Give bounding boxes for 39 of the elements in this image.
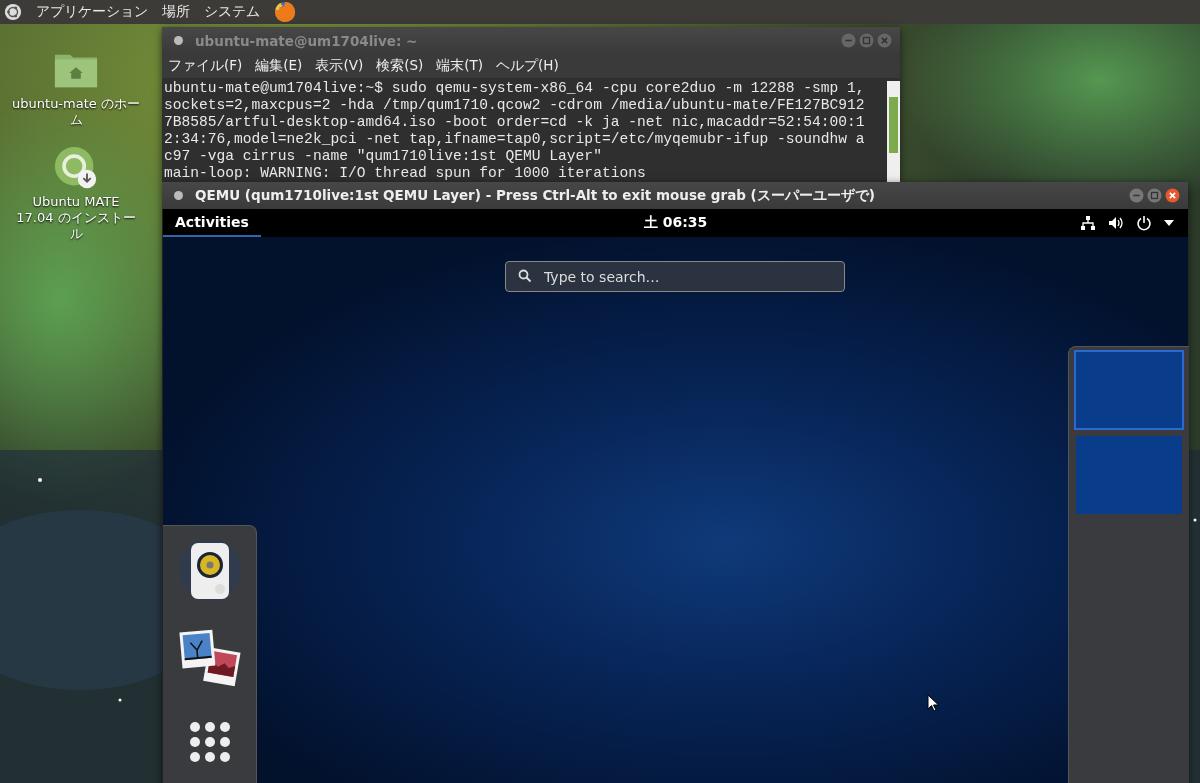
search-icon: [518, 269, 532, 283]
scrollbar[interactable]: [887, 81, 900, 182]
terminal-line: 7B8585/artful-desktop-amd64.iso -boot order=cd -k ja -net nic,macaddr=52:54:00:1: [164, 114, 866, 131]
menu-item[interactable]: 表示(V): [315, 57, 364, 75]
close-icon[interactable]: [1165, 188, 1180, 203]
window-title: ubuntu-mate@um1704live: ~: [195, 32, 419, 49]
clock[interactable]: 土 06:35: [643, 214, 708, 232]
dropdown-arrow-icon[interactable]: [1164, 220, 1174, 226]
browser-globe-icon[interactable]: [274, 1, 296, 23]
panel-menu[interactable]: 場所: [162, 3, 190, 21]
window-menu-icon[interactable]: [174, 191, 183, 200]
search-field[interactable]: Type to search…: [505, 261, 845, 292]
terminal-line: c97 -vga cirrus -name "qum1710live:1st QEMU Layer": [164, 148, 603, 165]
workspace-thumbnail[interactable]: [1076, 436, 1182, 514]
ubuntu-logo-icon[interactable]: [4, 3, 22, 21]
terminal-line: ubuntu-mate@um1704live:~$ sudo qemu-system-x86_64 -cpu core2duo -m 12288 -smp 1,: [164, 80, 866, 97]
terminal-line: 2:34:76,model=ne2k_pci -net tap,ifname=tap0,script=/etc/myqemubr-ifup -soundhw a: [164, 131, 866, 148]
speaker-icon[interactable]: [177, 540, 242, 604]
volume-icon[interactable]: [1108, 215, 1124, 231]
menu-item[interactable]: ヘルプ(H): [496, 57, 559, 75]
window-title: QEMU (qum1710live:1st QEMU Layer) - Press Ctrl-Alt to exit mouse grab (スーパーユーザで): [195, 186, 876, 205]
minimize-icon[interactable]: [1129, 188, 1144, 203]
terminal-line: sockets=2,maxcpus=2 -hda /tmp/qum1710.qcow2 -cdrom /media/ubuntu-mate/FE127BC912: [164, 97, 866, 114]
window-menu-icon[interactable]: [174, 36, 183, 45]
show-applications-icon[interactable]: [189, 722, 230, 762]
menu-item[interactable]: 編集(E): [255, 57, 303, 75]
menu-item[interactable]: ファイル(F): [168, 57, 243, 75]
panel-menu[interactable]: システム: [204, 3, 260, 21]
desktop-icon-label[interactable]: Ubuntu MATE 17.04 のインストール: [12, 194, 140, 242]
power-icon[interactable]: [1136, 215, 1152, 231]
menu-item[interactable]: 検索(S): [376, 57, 424, 75]
menu-item[interactable]: 端末(T): [436, 57, 484, 75]
terminal-line: main-loop: WARNING: I/O thread spun for 1000 iterations: [164, 165, 647, 182]
installer-disc-icon[interactable]: [53, 146, 99, 190]
network-icon[interactable]: [1080, 215, 1096, 231]
workspace-thumbnail[interactable]: [1074, 350, 1184, 430]
panel-menu[interactable]: アプリケーション: [36, 3, 148, 21]
desktop-icon-label[interactable]: ubuntu-mate のホーム: [12, 96, 140, 128]
mouse-pointer-icon: [927, 694, 939, 712]
